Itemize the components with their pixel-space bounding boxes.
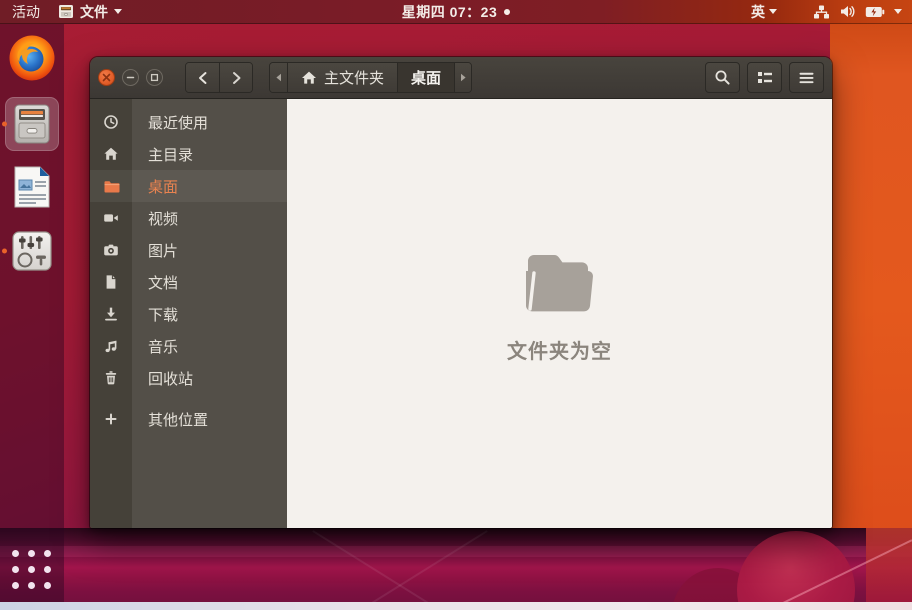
plus-icon xyxy=(90,412,132,426)
empty-state: 文件夹为空 xyxy=(507,247,612,364)
sidebar-item-label: 文档 xyxy=(132,272,178,293)
show-applications-button[interactable] xyxy=(0,550,64,590)
chevron-down-icon xyxy=(769,9,777,14)
videos-icon xyxy=(90,210,132,226)
path-bar: 主文件夹 桌面 xyxy=(269,62,472,93)
files-window: 主文件夹 桌面 xyxy=(90,57,832,528)
path-home-label: 主文件夹 xyxy=(324,67,384,88)
desktop: 活动 文件 星期四 07：23 英 xyxy=(0,0,912,610)
libreoffice-writer-icon xyxy=(9,164,55,210)
dock-item-audio-mixer[interactable] xyxy=(0,218,64,284)
nav-buttons xyxy=(185,62,253,93)
documents-icon xyxy=(90,274,132,290)
files-app-icon xyxy=(58,4,74,19)
header-bar: 主文件夹 桌面 xyxy=(90,57,832,99)
dock-item-firefox[interactable] xyxy=(0,24,64,92)
menu-button[interactable] xyxy=(789,62,824,93)
empty-folder-icon xyxy=(518,247,602,317)
top-bar: 活动 文件 星期四 07：23 英 xyxy=(0,0,912,24)
empty-folder-message: 文件夹为空 xyxy=(507,335,612,364)
wallpaper-right-red xyxy=(866,528,912,602)
recent-icon xyxy=(90,114,132,130)
sidebar-item-documents[interactable]: 文档 xyxy=(90,266,287,298)
path-home-button[interactable]: 主文件夹 xyxy=(287,63,397,92)
battery-charging-icon xyxy=(865,6,885,18)
path-current-label: 桌面 xyxy=(411,67,441,88)
sidebar-item-label: 视频 xyxy=(132,208,178,229)
path-scroll-left-button[interactable] xyxy=(270,63,287,92)
network-icon xyxy=(813,4,830,20)
search-icon xyxy=(714,69,731,86)
files-icon xyxy=(5,97,59,151)
folder-icon xyxy=(90,179,132,194)
downloads-icon xyxy=(90,306,132,322)
activities-button[interactable]: 活动 xyxy=(12,2,40,22)
sidebar-item-pictures[interactable]: 图片 xyxy=(90,234,287,266)
dock-item-files[interactable] xyxy=(0,92,64,156)
chevron-down-icon xyxy=(114,9,122,14)
system-tray[interactable]: 英 xyxy=(751,2,912,22)
firefox-icon xyxy=(8,34,56,82)
sidebar-item-videos[interactable]: 视频 xyxy=(90,202,287,234)
sidebar: 最近使用 主目录 桌面 xyxy=(90,99,287,528)
sidebar-item-desktop[interactable]: 桌面 xyxy=(90,170,287,202)
sidebar-item-label: 其他位置 xyxy=(132,409,208,430)
home-icon xyxy=(90,146,132,162)
sidebar-item-label: 音乐 xyxy=(132,336,178,357)
close-button[interactable] xyxy=(98,69,115,86)
music-icon xyxy=(90,338,132,354)
sidebar-item-music[interactable]: 音乐 xyxy=(90,330,287,362)
wallpaper-orange-band xyxy=(830,24,912,536)
path-current-button[interactable]: 桌面 xyxy=(397,63,454,92)
app-menu[interactable]: 文件 xyxy=(58,2,122,22)
sidebar-item-label: 主目录 xyxy=(132,144,193,165)
audio-mixer-icon xyxy=(9,228,55,274)
back-button[interactable] xyxy=(186,63,219,92)
hamburger-icon xyxy=(799,72,814,84)
folder-view[interactable]: 文件夹为空 xyxy=(287,99,832,528)
notification-dot-icon xyxy=(504,9,510,15)
system-menu-chevron-icon[interactable] xyxy=(894,9,902,14)
pictures-icon xyxy=(90,242,132,258)
dock-item-libreoffice-writer[interactable] xyxy=(0,156,64,218)
sidebar-item-other-locations[interactable]: 其他位置 xyxy=(90,403,287,435)
maximize-button[interactable] xyxy=(146,69,163,86)
path-scroll-right-button[interactable] xyxy=(454,63,471,92)
minimize-button[interactable] xyxy=(122,69,139,86)
sidebar-item-label: 下载 xyxy=(132,304,178,325)
trash-icon xyxy=(90,370,132,386)
clock[interactable]: 星期四 07：23 xyxy=(402,2,498,22)
sidebar-item-trash[interactable]: 回收站 xyxy=(90,362,287,394)
wallpaper-bottom-strip xyxy=(0,602,912,610)
input-method-indicator[interactable]: 英 xyxy=(751,2,777,22)
sidebar-item-label: 最近使用 xyxy=(132,112,208,133)
app-grid-icon xyxy=(12,550,52,590)
home-icon xyxy=(301,70,317,85)
search-button[interactable] xyxy=(705,62,740,93)
input-method-label: 英 xyxy=(751,2,765,22)
running-indicator xyxy=(2,249,7,254)
sidebar-item-label: 桌面 xyxy=(132,176,178,197)
sidebar-item-downloads[interactable]: 下载 xyxy=(90,298,287,330)
sidebar-item-label: 回收站 xyxy=(132,368,193,389)
forward-button[interactable] xyxy=(219,63,252,92)
list-view-icon xyxy=(757,70,773,85)
view-toggle-button[interactable] xyxy=(747,62,782,93)
sidebar-item-recent[interactable]: 最近使用 xyxy=(90,106,287,138)
sidebar-item-label: 图片 xyxy=(132,240,178,261)
running-indicator xyxy=(2,122,7,127)
dock xyxy=(0,24,64,602)
app-menu-label: 文件 xyxy=(80,2,108,22)
volume-icon xyxy=(839,4,856,19)
sidebar-item-home[interactable]: 主目录 xyxy=(90,138,287,170)
